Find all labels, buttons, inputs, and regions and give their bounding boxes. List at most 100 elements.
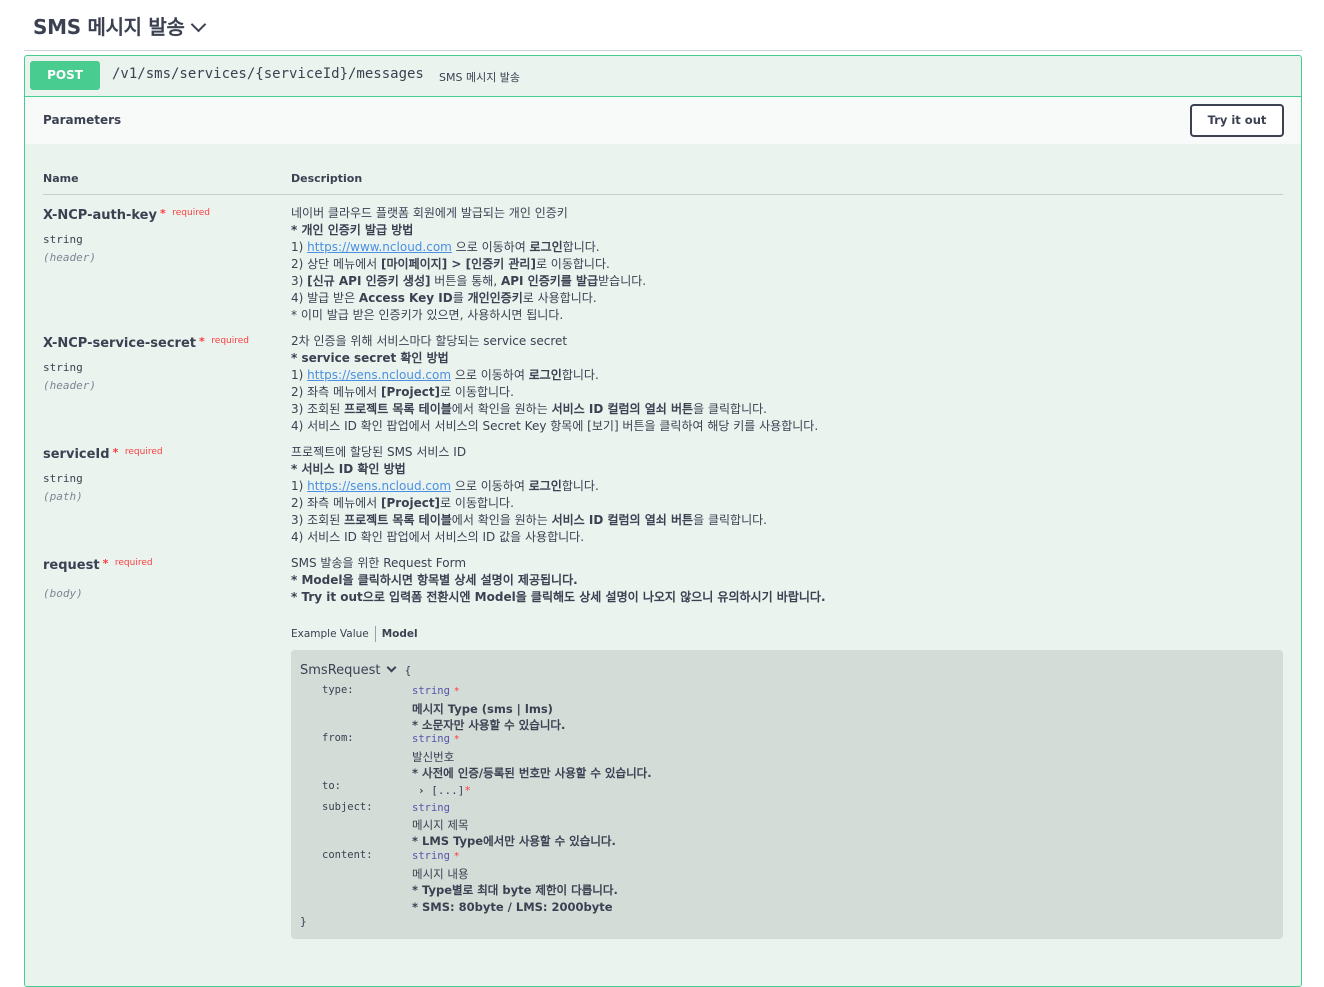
param-location: (header) (43, 379, 96, 392)
model-prop-to-array[interactable]: › [...]* (418, 784, 471, 797)
desc-line: 1) https://sens.ncloud.com 으로 이동하여 로그인합니… (291, 368, 599, 382)
required-star: * (102, 557, 109, 570)
desc-line: * service secret 확인 방법 (291, 351, 449, 365)
desc-line: 3) 조회된 프로젝트 목록 테이블에서 확인을 원하는 서비스 ID 컬럼의 … (291, 402, 767, 416)
tab-example-value[interactable]: Example Value (291, 628, 369, 640)
prop-desc-line: 발신번호 (412, 749, 455, 764)
parameters-header: Parameters Try it out (25, 97, 1301, 144)
model-title[interactable]: SmsRequest { (300, 662, 412, 678)
prop-desc-line: 메시지 내용 (412, 866, 469, 881)
chevron-down-icon[interactable] (190, 16, 206, 33)
required-star: * (199, 335, 205, 348)
desc-line: 1) https://sens.ncloud.com 으로 이동하여 로그인합니… (291, 479, 599, 493)
desc-line: 2) 좌측 메뉴에서 [Project]로 이동합니다. (291, 385, 514, 399)
desc-line: 4) 서비스 ID 확인 팝업에서 서비스의 ID 값을 사용합니다. (291, 530, 585, 544)
method-badge: POST (30, 61, 100, 90)
required-label: required (114, 558, 153, 568)
table-divider (43, 194, 1283, 195)
required-star: * (112, 446, 119, 459)
param-name-text: serviceId (43, 447, 110, 462)
operation-summary[interactable]: POST /v1/sms/services/{serviceId}/messag… (25, 56, 1301, 97)
operation-path: /v1/sms/services/{serviceId}/messages (112, 66, 424, 82)
sens-link[interactable]: https://sens.ncloud.com (307, 368, 451, 382)
prop-type-text: string (412, 733, 450, 745)
prop-desc-line: * SMS: 80byte / LMS: 2000byte (412, 899, 613, 914)
param-description-service-id: 프로젝트에 할당된 SMS 서비스 ID * 서비스 ID 확인 방법 1) h… (291, 444, 767, 546)
param-name-auth-key: X-NCP-auth-key * required (43, 207, 210, 223)
required-star: * (159, 207, 166, 220)
model-title-text: SmsRequest (300, 663, 381, 678)
param-name-text: request (43, 558, 100, 573)
operation-summary-text: SMS 메시지 발송 (439, 71, 521, 84)
desc-line: * 서비스 ID 확인 방법 (291, 462, 406, 476)
desc-line: 3) [신규 API 인증키 생성] 버튼을 통해, API 인증키를 발급받습… (291, 274, 647, 288)
param-location: (body) (43, 587, 83, 600)
tab-separator (374, 626, 376, 642)
section-header[interactable]: SMS 메시지 발송 (24, 0, 1302, 51)
desc-line: 2) 좌측 메뉴에서 [Project]로 이동합니다. (291, 496, 514, 510)
desc-line: 2) 상단 메뉴에서 [마이페이지] > [인증키 관리]로 이동합니다. (291, 257, 610, 271)
param-name-text: X-NCP-service-secret (43, 336, 196, 351)
desc-line: 4) 서비스 ID 확인 팝업에서 서비스의 Secret Key 항목에 [보… (291, 419, 819, 433)
prop-type-text: string (412, 685, 450, 697)
required-label: required (124, 447, 163, 457)
model-prop-subject: string 메시지 제목 * LMS Type에서만 사용할 수 있습니다. (412, 799, 616, 850)
column-header-description: Description (291, 172, 363, 185)
desc-line: 1) https://www.ncloud.com 으로 이동하여 로그인합니다… (291, 240, 600, 254)
model-close-brace: } (300, 915, 307, 928)
desc-line: 3) 조회된 프로젝트 목록 테이블에서 확인을 원하는 서비스 ID 컬럼의 … (291, 513, 767, 527)
column-header-name: Name (43, 172, 79, 185)
operation-block: POST /v1/sms/services/{serviceId}/messag… (24, 55, 1302, 987)
prop-desc-line: * Type별로 최대 byte 제한이 다릅니다. (412, 883, 618, 897)
param-description-service-secret: 2차 인증을 위해 서비스마다 할당되는 service secret * se… (291, 333, 818, 435)
desc-line: 프로젝트에 할당된 SMS 서비스 ID (291, 445, 467, 459)
required-star: * (464, 784, 471, 797)
desc-line: 2차 인증을 위해 서비스마다 할당되는 service secret (291, 334, 568, 348)
required-star: * (453, 851, 460, 862)
model-prop-from: string * 발신번호 * 사전에 인증/등록된 번호만 사용할 수 있습니… (412, 730, 652, 782)
desc-line: SMS 발송을 위한 Request Form (291, 556, 467, 570)
required-star: * (453, 686, 460, 697)
prop-desc-line: 메시지 제목 (412, 817, 469, 832)
desc-line: * 개인 인증키 발급 방법 (291, 223, 414, 237)
ncloud-link[interactable]: https://www.ncloud.com (307, 240, 452, 254)
param-description-auth-key: 네이버 클라우드 플랫폼 회원에게 발급되는 개인 인증키 * 개인 인증키 발… (291, 205, 646, 324)
model-prop-key: to: (322, 780, 341, 792)
param-name-request: request * required (43, 557, 153, 573)
model-open-brace: { (404, 664, 412, 677)
desc-line: * Try it out으로 입력폼 전환시엔 Model을 클릭해도 상세 설… (291, 590, 826, 604)
tab-model[interactable]: Model (382, 628, 418, 640)
prop-type-text: string (412, 850, 450, 862)
param-description-request: SMS 발송을 위한 Request Form * Model을 클릭하시면 항… (291, 555, 826, 606)
param-name-text: X-NCP-auth-key (43, 208, 157, 223)
required-label: required (172, 208, 210, 218)
param-type: string (43, 472, 83, 485)
desc-line: 4) 발급 받은 Access Key ID를 개인인증키로 사용합니다. (291, 291, 597, 305)
model-prop-content: string * 메시지 내용 * Type별로 최대 byte 제한이 다릅니… (412, 847, 618, 915)
array-toggle[interactable]: [...] (431, 784, 464, 797)
param-type: string (43, 233, 83, 246)
desc-line: 네이버 클라우드 플랫폼 회원에게 발급되는 개인 인증키 (291, 206, 568, 220)
sens-link[interactable]: https://sens.ncloud.com (307, 479, 451, 493)
required-label: required (211, 336, 250, 346)
prop-desc-line: * 사전에 인증/등록된 번호만 사용할 수 있습니다. (412, 766, 652, 780)
model-prop-key: type: (322, 684, 354, 696)
prop-type-text: string (412, 802, 450, 814)
section-title-text: SMS 메시지 발송 (33, 15, 185, 39)
param-location: (path) (43, 490, 83, 503)
model-prop-key: from: (322, 732, 354, 744)
desc-line: * Model을 클릭하시면 항목별 상세 설명이 제공됩니다. (291, 573, 578, 587)
chevron-down-icon[interactable] (386, 662, 396, 673)
chevron-right-icon[interactable]: › (418, 784, 425, 797)
desc-line: * 이미 발급 받은 인증키가 있으면, 사용하시면 됩니다. (291, 308, 564, 322)
parameters-title: Parameters (43, 113, 122, 127)
prop-desc-line: 메시지 Type (sms | lms) (412, 701, 553, 716)
section-title[interactable]: SMS 메시지 발송 (33, 11, 206, 40)
required-star: * (453, 734, 460, 745)
param-name-service-secret: X-NCP-service-secret * required (43, 335, 250, 351)
try-it-out-button[interactable]: Try it out (1190, 104, 1284, 137)
model-prop-key: subject: (322, 801, 373, 813)
param-location: (header) (43, 251, 96, 264)
model-prop-type: string * 메시지 Type (sms | lms) * 소문자만 사용할… (412, 682, 565, 734)
model-box: SmsRequest { type: string * 메시지 Type (sm… (291, 650, 1283, 939)
